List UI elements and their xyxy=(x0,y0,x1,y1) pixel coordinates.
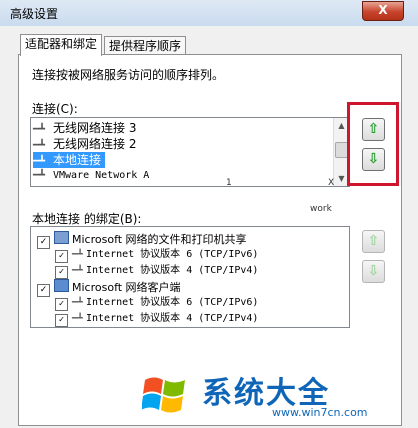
ghost-text: work xyxy=(310,204,332,214)
binding-move-up-button[interactable]: ⇧ xyxy=(362,230,385,253)
ghost-text: 1 xyxy=(226,178,232,188)
tab-label: 适配器和绑定 xyxy=(25,37,98,51)
checkbox-checked-icon[interactable]: ✓ xyxy=(55,314,68,327)
binding-item[interactable]: ✓ ━┻ Internet 协议版本 4 (TCP/IPv4) xyxy=(55,263,258,279)
checkbox-checked-icon[interactable]: ✓ xyxy=(55,298,68,311)
connections-list[interactable]: ━┻ 无线网络连接 3 ━┻ 无线网络连接 2 ━┻ 本地连接 ━┻ VMware Ne… xyxy=(30,117,350,187)
binding-item[interactable]: ✓ Microsoft 网络客户端 xyxy=(37,279,181,297)
binding-item[interactable]: ✓ ━┻ Internet 协议版本 6 (TCP/IPv6) xyxy=(55,295,258,311)
watermark-url: www.win7cn.com xyxy=(272,406,368,419)
connections-label: 连接(C): xyxy=(32,102,78,116)
site-watermark: 系统大全 www.win7cn.com xyxy=(132,368,412,424)
ghost-text: X xyxy=(328,178,335,188)
binding-item[interactable]: ✓ ━┻ Internet 协议版本 6 (TCP/IPv6) xyxy=(55,247,258,263)
bindings-label: 本地连接 的绑定(B): xyxy=(32,212,142,226)
protocol-icon: ━┻ xyxy=(72,314,83,324)
window-title: 高级设置 xyxy=(10,7,59,21)
protocol-icon: ━┻ xyxy=(72,266,83,276)
checkbox-checked-icon[interactable]: ✓ xyxy=(55,250,68,263)
tab-provider-order[interactable]: 提供程序顺序 xyxy=(104,36,187,55)
tab-adapters-bindings[interactable]: 适配器和绑定 xyxy=(20,34,103,56)
down-arrow-icon: ⇩ xyxy=(367,263,380,279)
connection-item[interactable]: ━┻ 无线网络连接 2 xyxy=(33,136,140,152)
down-arrow-icon: ⇩ xyxy=(367,151,380,167)
up-arrow-icon: ⇧ xyxy=(367,121,380,137)
printer-share-icon xyxy=(54,231,69,244)
checkbox-checked-icon[interactable]: ✓ xyxy=(37,236,50,249)
up-arrow-icon: ⇧ xyxy=(367,233,380,249)
connection-item-selected[interactable]: ━┻ 本地连接 xyxy=(33,152,106,168)
close-button[interactable]: X xyxy=(362,1,404,21)
move-up-button[interactable]: ⇧ xyxy=(362,118,385,141)
move-down-button[interactable]: ⇩ xyxy=(362,148,385,171)
network-client-icon xyxy=(54,279,69,292)
title-bar: 高级设置 X xyxy=(0,0,418,27)
binding-move-down-button[interactable]: ⇩ xyxy=(362,260,385,283)
binding-item[interactable]: ✓ ━┻ Internet 协议版本 4 (TCP/IPv4) xyxy=(55,311,258,327)
checkbox-checked-icon[interactable]: ✓ xyxy=(55,266,68,279)
network-adapter-icon: ━┻ xyxy=(33,170,46,181)
order-description: 连接按被网络服务访问的顺序排列。 xyxy=(32,68,225,82)
connection-item[interactable]: ━┻ VMware Network A xyxy=(33,168,153,184)
bindings-list[interactable]: ✓ Microsoft 网络的文件和打印机共享 ✓ ━┻ Internet 协议版本 … xyxy=(30,226,350,328)
move-buttons-highlight xyxy=(347,102,399,186)
checkbox-checked-icon[interactable]: ✓ xyxy=(37,284,50,297)
windows-logo-icon xyxy=(142,377,185,413)
tab-label: 提供程序顺序 xyxy=(109,39,182,53)
binding-item[interactable]: ✓ Microsoft 网络的文件和打印机共享 xyxy=(37,231,247,249)
protocol-icon: ━┻ xyxy=(72,298,83,308)
connection-item[interactable]: ━┻ 无线网络连接 3 xyxy=(33,120,140,136)
protocol-icon: ━┻ xyxy=(72,250,83,260)
